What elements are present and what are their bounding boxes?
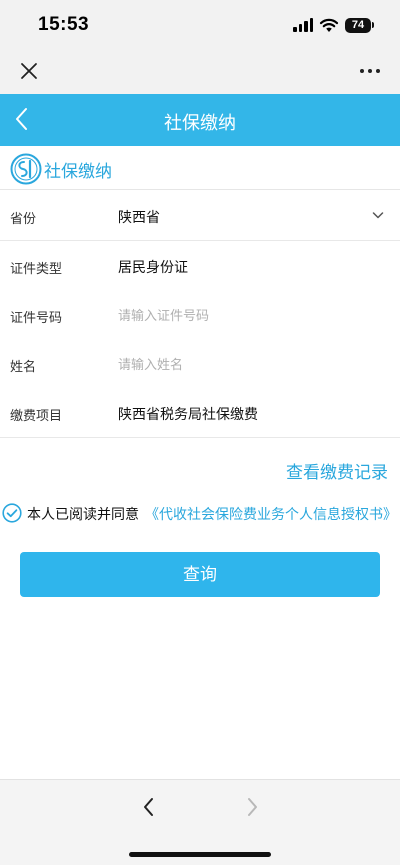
- page-title: 社保缴纳: [164, 113, 236, 133]
- fee-item-row[interactable]: 缴费项目 陕西省税务局社保缴费: [0, 388, 400, 438]
- province-select[interactable]: 陕西省: [118, 207, 160, 227]
- nav-back-icon[interactable]: [139, 795, 159, 819]
- authorization-link[interactable]: 《代收社会保险费业务个人信息授权书》: [145, 504, 397, 524]
- fee-item-value[interactable]: 陕西省税务局社保缴费: [118, 404, 258, 424]
- province-row[interactable]: 省份 陕西省: [0, 191, 400, 241]
- wifi-icon: [319, 18, 339, 32]
- id-number-input[interactable]: [114, 302, 384, 328]
- id-type-label: 证件类型: [10, 261, 63, 276]
- id-type-row[interactable]: 证件类型 居民身份证: [0, 241, 400, 291]
- province-label: 省份: [10, 211, 37, 226]
- app-header: 社保缴纳: [0, 94, 400, 146]
- bottom-nav-bar: [0, 779, 400, 865]
- payment-history-link[interactable]: 查看缴费记录: [286, 458, 388, 483]
- agreement-text: 本人已阅读并同意: [27, 506, 139, 522]
- signal-icon: [293, 18, 313, 32]
- battery-tip: [372, 22, 374, 28]
- query-button[interactable]: 查询: [20, 552, 380, 597]
- logo-text: 社保缴纳: [44, 162, 112, 181]
- nav-forward-icon[interactable]: [242, 795, 262, 819]
- social-security-logo-icon: [10, 153, 42, 185]
- home-indicator: [129, 852, 271, 857]
- name-label: 姓名: [10, 359, 37, 374]
- chevron-down-icon[interactable]: [372, 210, 384, 220]
- id-number-row: 证件号码: [0, 290, 400, 340]
- agreement-row: 本人已阅读并同意 《代收社会保险费业务个人信息授权书》: [0, 500, 400, 528]
- status-time: 15:53: [38, 14, 90, 35]
- name-row: 姓名: [0, 339, 400, 389]
- fee-item-label: 缴费项目: [10, 408, 63, 423]
- more-icon[interactable]: [358, 60, 382, 82]
- status-bar: 15:53 74: [0, 0, 400, 50]
- browser-bar: [0, 50, 400, 94]
- close-icon[interactable]: [18, 60, 40, 82]
- id-number-label: 证件号码: [10, 310, 63, 325]
- battery-icon: 74: [345, 17, 371, 33]
- status-icons: 74: [293, 15, 374, 35]
- check-circle-icon[interactable]: [2, 503, 22, 523]
- id-type-value[interactable]: 居民身份证: [118, 257, 188, 277]
- name-input[interactable]: [114, 351, 384, 377]
- logo-bar: 社保缴纳: [0, 146, 400, 190]
